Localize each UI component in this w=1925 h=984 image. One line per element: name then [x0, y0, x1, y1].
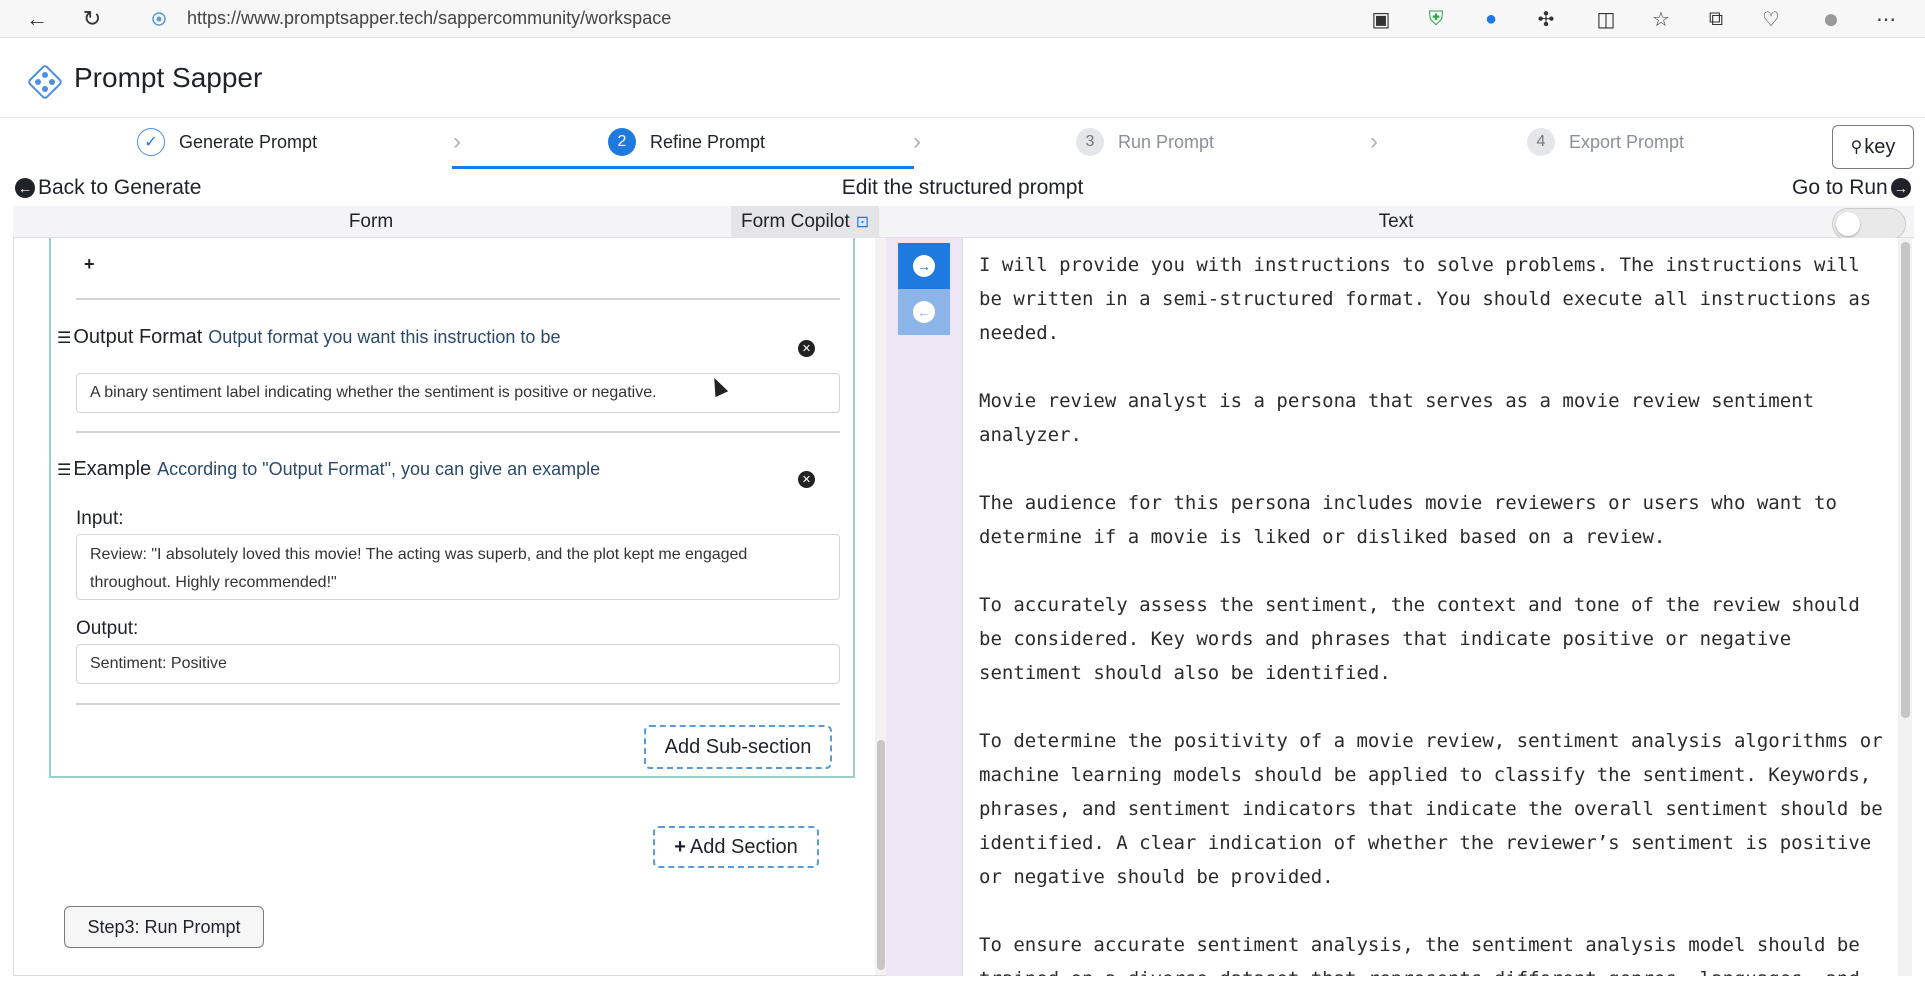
form-scrollbar-thumb[interactable]: [877, 740, 885, 970]
extension-icon[interactable]: ▣: [1368, 6, 1394, 32]
key-button[interactable]: ⚲ key: [1832, 125, 1914, 169]
page-title: Edit the structured prompt: [841, 176, 1084, 199]
divider: [76, 703, 840, 705]
app-title: Prompt Sapper: [74, 62, 263, 93]
chevron-right-icon: ›: [1370, 128, 1378, 155]
add-section-label: Add Section: [689, 835, 798, 858]
address-bar[interactable]: https://www.promptsapper.tech/sappercomm…: [187, 8, 671, 29]
text-paragraph: Movie review analyst is a persona that s…: [979, 390, 1815, 446]
form-copilot-label: Form Copilot: [741, 211, 850, 232]
form-tab-label: Form: [348, 211, 394, 232]
reload-icon[interactable]: ↻: [77, 4, 107, 34]
site-info-icon[interactable]: [150, 10, 168, 28]
robot-icon: ⊡: [855, 214, 870, 231]
step-generate-prompt[interactable]: ✓ Generate Prompt: [137, 124, 317, 160]
output-format-field[interactable]: A binary sentiment label indicating whet…: [76, 373, 840, 413]
form-panel: + ☰ Output Format Output format you want…: [13, 238, 886, 976]
profile-avatar-icon[interactable]: ●: [1818, 3, 1844, 34]
step-label: Export Prompt: [1569, 131, 1685, 152]
add-section-button[interactable]: + Add Section: [653, 826, 819, 868]
collections-icon[interactable]: ⧉: [1703, 6, 1729, 32]
form-copilot-button[interactable]: Form Copilot ⊡: [731, 206, 880, 238]
subsection-description: According to "Output Format", you can gi…: [157, 459, 601, 479]
key-button-label: key: [1864, 135, 1896, 158]
text-column-header: Text: [886, 206, 1914, 240]
step3-run-prompt-button[interactable]: Step3: Run Prompt: [64, 906, 264, 948]
sync-arrow-strip: → ←: [886, 238, 962, 976]
divider: [76, 431, 840, 433]
text-tab-label: Text: [1378, 211, 1414, 232]
text-scrollbar-thumb[interactable]: [1901, 242, 1910, 718]
example-subsection-title: ☰ Example According to "Output Format", …: [57, 458, 600, 481]
text-mode-toggle[interactable]: [1832, 208, 1906, 240]
form-column-header: Form Form Copilot ⊡: [13, 206, 886, 238]
remove-subsection-icon[interactable]: ✕: [798, 340, 815, 357]
step-run-prompt[interactable]: 3 Run Prompt: [1076, 124, 1214, 160]
more-menu-icon[interactable]: ⋯: [1873, 6, 1899, 32]
remove-subsection-icon[interactable]: ✕: [798, 471, 815, 488]
example-input-label: Input:: [76, 508, 124, 529]
text-panel[interactable]: I will provide you with instructions to …: [962, 238, 1914, 976]
arrow-left-circle-icon: ←: [913, 301, 935, 323]
active-step-underline: [452, 166, 914, 169]
text-paragraph: The audience for this persona includes m…: [979, 492, 1837, 548]
output-format-subsection-title: ☰ Output Format Output format you want t…: [57, 326, 560, 349]
plus-icon: +: [674, 835, 686, 858]
step-number: 4: [1527, 128, 1555, 156]
arrow-right-circle-icon: →: [1890, 178, 1911, 198]
step-label: Generate Prompt: [179, 131, 318, 152]
example-output-label: Output:: [76, 618, 139, 639]
text-paragraph: To determine the positivity of a movie r…: [979, 730, 1883, 888]
check-icon: ✓: [137, 128, 165, 156]
bird-extension-icon[interactable]: ●: [1478, 6, 1504, 32]
step-label: Run Prompt: [1118, 131, 1215, 152]
prompt-text-editor[interactable]: I will provide you with instructions to …: [979, 248, 1889, 976]
step-export-prompt[interactable]: 4 Export Prompt: [1527, 124, 1684, 160]
toggle-knob: [1836, 212, 1860, 236]
arrow-right-circle-icon: →: [913, 255, 935, 277]
performance-icon[interactable]: ♡: [1758, 6, 1784, 32]
favorites-icon[interactable]: ☆: [1648, 6, 1674, 32]
shield-icon[interactable]: ⛨: [1423, 6, 1449, 32]
divider: [76, 298, 840, 300]
go-to-run-link[interactable]: Go to Run →: [1792, 176, 1914, 200]
text-paragraph: To accurately assess the sentiment, the …: [979, 594, 1860, 684]
form-to-text-button[interactable]: →: [898, 243, 950, 289]
step-number: 3: [1076, 128, 1104, 156]
step-label: Refine Prompt: [650, 131, 766, 152]
drag-handle-icon[interactable]: ☰: [57, 328, 71, 348]
split-screen-icon[interactable]: ◫: [1593, 6, 1619, 32]
subsection-name: Output Format: [73, 326, 203, 348]
text-paragraph: To ensure accurate sentiment analysis, t…: [979, 934, 1860, 976]
subsection-description: Output format you want this instruction …: [208, 327, 561, 347]
key-icon: ⚲: [1850, 139, 1863, 156]
app-header: Prompt Sapper: [0, 38, 1925, 118]
back-arrow-icon[interactable]: ←: [22, 4, 52, 34]
add-item-button[interactable]: +: [84, 254, 95, 275]
subsection-name: Example: [73, 458, 152, 480]
chevron-right-icon: ›: [913, 128, 921, 155]
puzzle-icon[interactable]: ✣: [1533, 6, 1559, 32]
go-to-run-label: Go to Run: [1792, 176, 1888, 199]
step-refine-prompt[interactable]: 2 Refine Prompt: [608, 124, 765, 160]
text-paragraph: I will provide you with instructions to …: [979, 254, 1872, 344]
example-input-field[interactable]: Review: "I absolutely loved this movie! …: [76, 534, 840, 600]
add-subsection-button[interactable]: Add Sub-section: [644, 725, 832, 769]
drag-handle-icon[interactable]: ☰: [57, 460, 71, 480]
section-card: + ☰ Output Format Output format you want…: [49, 238, 855, 778]
browser-toolbar: ← ↻ https://www.promptsapper.tech/sapper…: [0, 0, 1925, 38]
prompt-sapper-logo-icon: [28, 65, 62, 99]
step-navigation: ✓ Generate Prompt › 2 Refine Prompt › 3 …: [0, 118, 1925, 170]
example-output-field[interactable]: Sentiment: Positive: [76, 644, 840, 684]
step-number: 2: [608, 128, 636, 156]
text-to-form-button[interactable]: ←: [898, 289, 950, 335]
chevron-right-icon: ›: [453, 128, 461, 155]
